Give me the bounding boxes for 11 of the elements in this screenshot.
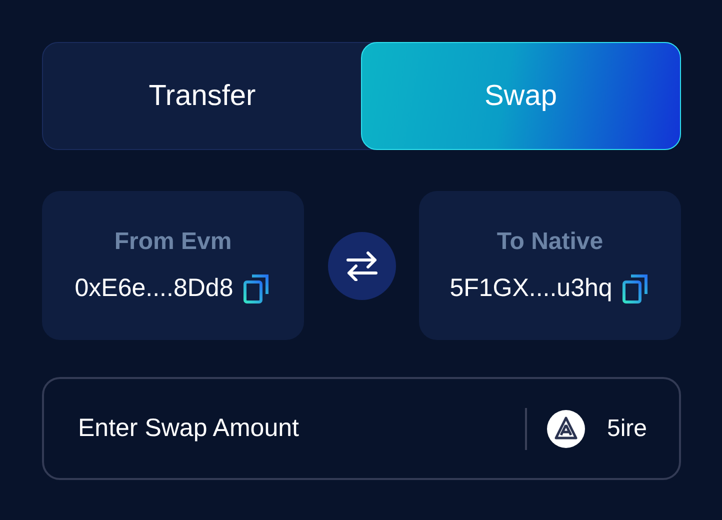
copy-icon[interactable] — [622, 274, 650, 304]
card-label: From Evm — [114, 228, 232, 256]
card-label: To Native — [496, 228, 604, 256]
tab[interactable]: Transfer — [43, 43, 362, 149]
token-name: 5ire — [606, 414, 647, 442]
copy-icon[interactable] — [243, 274, 272, 304]
amount-input[interactable]: Enter Swap Amount — [76, 413, 525, 444]
address-text: 5F1GX....u3hq — [450, 274, 612, 303]
token-logo-icon — [546, 410, 585, 448]
swap-arrows-icon — [346, 250, 378, 280]
address-text: 0xE6e....8Dd8 — [74, 274, 234, 303]
